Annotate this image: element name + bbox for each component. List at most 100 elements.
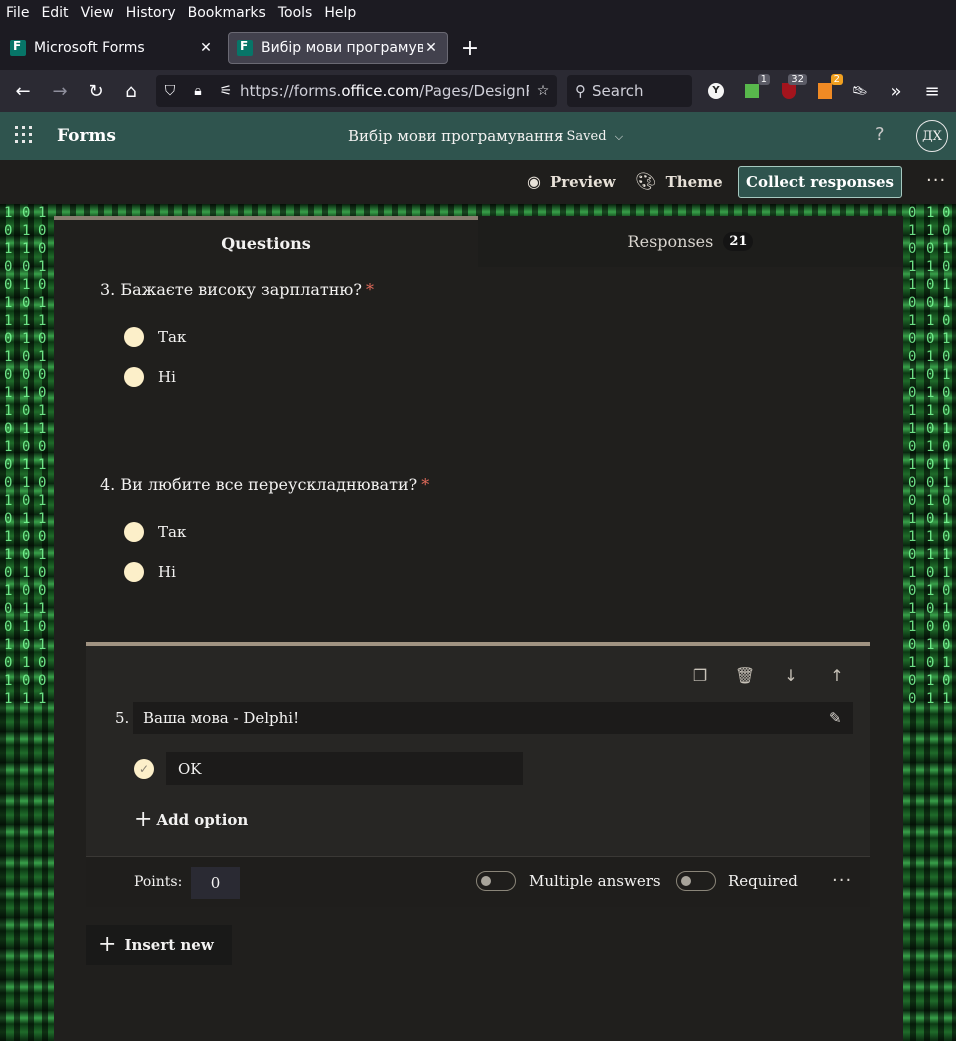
search-placeholder: Search: [592, 82, 644, 100]
radio-button[interactable]: [124, 367, 144, 387]
option-label: Ні: [158, 563, 176, 581]
menu-help[interactable]: Help: [318, 5, 362, 21]
option-label: Ні: [158, 368, 176, 386]
app-launcher-icon[interactable]: [15, 126, 33, 144]
shield-icon[interactable]: ⛉: [156, 83, 184, 99]
extension-badge: 2: [830, 74, 843, 85]
home-icon[interactable]: ⌂: [118, 78, 144, 104]
extension-green-icon[interactable]: 1: [740, 74, 770, 103]
question-number: 5.: [115, 709, 130, 727]
forms-favicon-icon: [237, 39, 253, 56]
lock-icon[interactable]: 🔒︎: [184, 83, 212, 99]
ublock-extension-icon[interactable]: 32: [777, 74, 807, 103]
forms-favicon-icon: [10, 39, 26, 56]
browser-navbar: ← → ↻ ⌂ ⛉ 🔒︎ ⚟ https://forms.office.com/…: [0, 70, 956, 112]
insert-new-button[interactable]: + Insert new: [86, 925, 232, 965]
plus-icon: +: [98, 932, 117, 957]
plus-icon: +: [134, 807, 153, 832]
help-icon[interactable]: ?: [875, 124, 885, 145]
multiple-answers-label: Multiple answers: [529, 872, 661, 890]
form-title[interactable]: Вибір мови програмування: [348, 127, 564, 145]
new-tab-plus-icon[interactable]: +: [458, 32, 482, 64]
url-bar[interactable]: ⛉ 🔒︎ ⚟ https://forms.office.com/Pages/De…: [156, 75, 557, 107]
palette-icon: 🎨︎: [635, 172, 657, 192]
choice-option[interactable]: Так: [124, 327, 186, 347]
required-label: Required: [728, 872, 798, 890]
permissions-icon[interactable]: ⚟: [212, 83, 240, 99]
tab-title: Вибір мови програмування: [261, 40, 423, 56]
option-input[interactable]: OK: [166, 752, 523, 785]
move-down-icon[interactable]: ↓: [779, 663, 803, 687]
overflow-chevrons-icon[interactable]: »: [884, 79, 908, 103]
delete-icon[interactable]: 🗑︎: [733, 663, 757, 687]
menu-edit[interactable]: Edit: [35, 5, 74, 21]
choice-option[interactable]: Ні: [124, 367, 176, 387]
option-label: Так: [158, 328, 187, 346]
insert-media-icon[interactable]: ✎: [829, 709, 847, 727]
menu-tools[interactable]: Tools: [272, 5, 319, 21]
extension-orange-icon[interactable]: 2: [813, 74, 843, 103]
extension-badge: 1: [757, 74, 770, 85]
theme-label: Theme: [665, 173, 723, 191]
eye-icon: ◉: [527, 172, 541, 191]
responses-count-badge: 21: [723, 232, 754, 251]
browser-tab-microsoft-forms[interactable]: Microsoft Forms ✕: [2, 32, 222, 64]
move-up-icon[interactable]: ↑: [825, 663, 849, 687]
choice-option[interactable]: Так: [124, 522, 186, 542]
tab-responses[interactable]: Responses 21: [478, 216, 903, 267]
preview-label: Preview: [549, 172, 616, 191]
form-action-bar: ◉ Preview 🎨︎ Theme Collect responses ···: [0, 160, 956, 204]
option-label: Так: [158, 523, 187, 541]
url-text: https://forms.office.com/Pages/DesignPa: [240, 82, 529, 100]
multiple-answers-toggle[interactable]: [476, 871, 516, 891]
menu-history[interactable]: History: [120, 5, 182, 21]
bookmark-star-icon[interactable]: ☆: [529, 83, 557, 99]
search-icon: ⚲: [575, 82, 586, 100]
question-title[interactable]: 3. Бажаєте високу зарплатню? *: [100, 280, 374, 299]
question-title[interactable]: 4. Ви любите все переускладнювати? *: [100, 475, 429, 494]
reload-icon[interactable]: ↻: [83, 78, 109, 104]
extension-shoe-icon[interactable]: 👟︎: [848, 79, 872, 103]
browser-tab-active[interactable]: Вибір мови програмування ✕: [228, 32, 448, 64]
forms-brand[interactable]: Forms: [57, 126, 116, 146]
required-asterisk: *: [365, 280, 374, 299]
save-status[interactable]: - Saved ⌵: [558, 129, 623, 144]
tab-questions[interactable]: Questions: [54, 216, 478, 267]
copy-icon[interactable]: ❐: [688, 663, 712, 687]
points-input[interactable]: 0: [191, 867, 240, 899]
add-option-label: Add option: [156, 811, 249, 829]
question-text: Ваша мова - Delphi!: [143, 709, 300, 727]
forms-header: Forms Вибір мови програмування - Saved ⌵…: [0, 112, 956, 160]
add-option-button[interactable]: + Add option: [134, 807, 249, 832]
menu-file[interactable]: File: [0, 5, 35, 21]
radio-button[interactable]: [124, 562, 144, 582]
theme-button[interactable]: 🎨︎ Theme: [635, 172, 723, 192]
required-toggle[interactable]: [676, 871, 716, 891]
check-icon: ✓: [134, 759, 154, 779]
hamburger-menu-icon[interactable]: ≡: [920, 79, 944, 103]
tab-title: Microsoft Forms: [34, 40, 145, 56]
radio-button[interactable]: [124, 327, 144, 347]
extension-badge: 32: [788, 74, 807, 85]
required-asterisk: *: [421, 475, 430, 494]
menu-bookmarks[interactable]: Bookmarks: [182, 5, 272, 21]
avatar[interactable]: ДХ: [916, 120, 948, 152]
close-icon[interactable]: ✕: [198, 40, 214, 56]
collect-responses-button[interactable]: Collect responses: [738, 166, 902, 198]
browser-menubar: File Edit View History Bookmarks Tools H…: [0, 0, 956, 26]
radio-button[interactable]: [124, 522, 144, 542]
insert-new-label: Insert new: [124, 936, 214, 954]
tab-responses-label: Responses: [627, 232, 714, 251]
back-arrow-icon[interactable]: ←: [10, 78, 36, 104]
more-options-icon[interactable]: ···: [926, 170, 946, 191]
chevron-down-icon: ⌵: [614, 130, 624, 143]
preview-button[interactable]: ◉ Preview: [527, 172, 616, 191]
yandex-extension-icon[interactable]: Y: [704, 79, 728, 103]
more-settings-icon[interactable]: ···: [832, 870, 852, 891]
close-icon[interactable]: ✕: [423, 40, 439, 56]
question-text-input[interactable]: Ваша мова - Delphi! ✎: [133, 702, 853, 734]
search-input[interactable]: ⚲ Search: [567, 75, 692, 107]
menu-view[interactable]: View: [75, 5, 120, 21]
choice-option[interactable]: Ні: [124, 562, 176, 582]
forward-arrow-icon[interactable]: →: [47, 78, 73, 104]
